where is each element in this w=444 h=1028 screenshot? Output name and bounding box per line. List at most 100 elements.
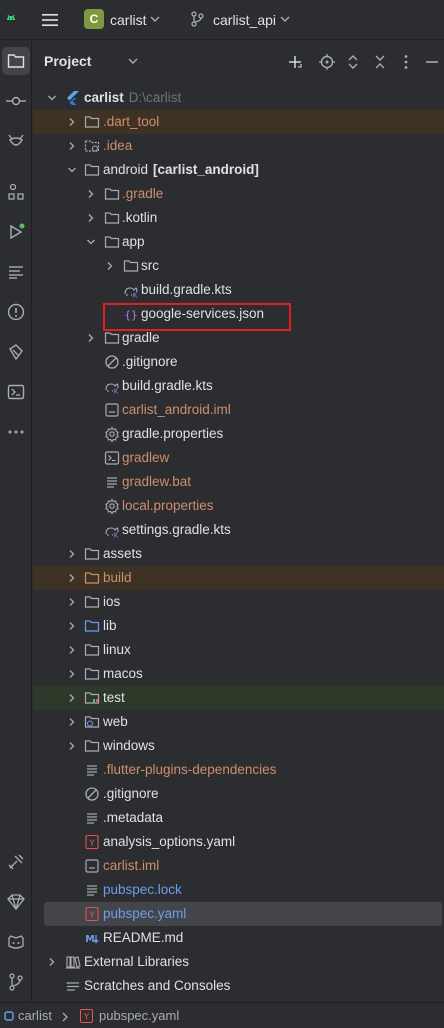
svg-text:K: K xyxy=(133,292,138,299)
tree-row[interactable]: gradle.properties xyxy=(33,422,444,446)
tree-row[interactable]: ios xyxy=(33,590,444,614)
tree-row[interactable]: Ypubspec.yaml xyxy=(44,902,442,926)
gradle-kotlin-icon: K xyxy=(124,287,138,299)
chevron-right-icon[interactable] xyxy=(67,597,77,607)
tree-row[interactable]: src xyxy=(33,254,444,278)
options-menu-icon[interactable] xyxy=(397,53,415,71)
chevron-down-icon[interactable] xyxy=(67,165,77,175)
tree-row[interactable]: .flutter-plugins-dependencies xyxy=(33,758,444,782)
tree-row[interactable]: Ksettings.gradle.kts xyxy=(33,518,444,542)
tree-row[interactable]: Scratches and Consoles xyxy=(33,974,444,998)
svg-text:M: M xyxy=(85,934,94,945)
tree-row[interactable]: local.properties xyxy=(33,494,444,518)
tree-row[interactable]: windows xyxy=(33,734,444,758)
logcat-tool-icon[interactable] xyxy=(2,258,30,286)
tree-row[interactable]: pubspec.lock xyxy=(33,878,444,902)
chevron-right-icon[interactable] xyxy=(67,621,77,631)
tree-row[interactable]: .dart_tool xyxy=(33,110,444,134)
breadcrumb-file[interactable]: pubspec.yaml xyxy=(99,1008,179,1023)
tree-row[interactable]: .gradle xyxy=(33,182,444,206)
tree-row[interactable]: gradlew.bat xyxy=(33,470,444,494)
tree-row[interactable]: .gitignore xyxy=(33,350,444,374)
build-variants-tool-icon[interactable] xyxy=(2,848,30,876)
tree-item-label: local.properties xyxy=(122,498,214,513)
copilot-tool-icon[interactable] xyxy=(2,928,30,956)
panel-title[interactable]: Project xyxy=(44,53,91,69)
tree-row[interactable]: build xyxy=(33,566,444,590)
tree-row[interactable]: External Libraries xyxy=(33,950,444,974)
chevron-down-icon[interactable] xyxy=(47,93,57,103)
svg-text:Y: Y xyxy=(88,911,95,921)
gitignore-icon xyxy=(105,355,119,369)
chevron-right-icon[interactable] xyxy=(67,693,77,703)
chevron-right-icon[interactable] xyxy=(67,717,77,727)
chevron-down-icon[interactable] xyxy=(150,15,160,23)
chevron-right-icon[interactable] xyxy=(67,117,77,127)
tree-row[interactable]: assets xyxy=(33,542,444,566)
tree-row[interactable]: app xyxy=(33,230,444,254)
tree-row[interactable]: Yanalysis_options.yaml xyxy=(33,830,444,854)
expand-all-icon[interactable] xyxy=(344,53,362,71)
project-tool-icon[interactable] xyxy=(2,47,30,75)
locate-file-icon[interactable] xyxy=(318,53,336,71)
tree-row[interactable]: carlist_android.iml xyxy=(33,398,444,422)
problems-tool-icon[interactable] xyxy=(2,298,30,326)
more-tools-icon[interactable] xyxy=(2,418,30,446)
tree-item-label: build.gradle.kts xyxy=(141,282,232,297)
tree-row[interactable]: .kotlin xyxy=(33,206,444,230)
chevron-right-icon[interactable] xyxy=(47,957,57,967)
module-file-icon xyxy=(85,859,99,873)
main-menu-icon[interactable] xyxy=(40,10,60,30)
tree-row[interactable]: .idea xyxy=(33,134,444,158)
gradle-kotlin-icon: K xyxy=(105,383,119,394)
chevron-right-icon[interactable] xyxy=(67,741,77,751)
chevron-right-icon[interactable] xyxy=(105,261,115,271)
tree-row[interactable]: .metadata xyxy=(33,806,444,830)
chevron-right-icon[interactable] xyxy=(67,549,77,559)
project-selector[interactable]: carlist xyxy=(110,12,147,28)
breadcrumb-project[interactable]: carlist xyxy=(18,1008,52,1023)
tree-row[interactable]: macos xyxy=(33,662,444,686)
title-bar: C carlist carlist_api xyxy=(0,0,444,40)
svg-text:Y: Y xyxy=(88,839,95,849)
tree-row[interactable]: Kbuild.gradle.kts xyxy=(33,278,444,302)
tree-row[interactable]: lib xyxy=(33,614,444,638)
chevron-right-icon[interactable] xyxy=(86,213,96,223)
hide-panel-icon[interactable] xyxy=(423,53,441,71)
chevron-down-icon[interactable] xyxy=(86,237,96,247)
tree-row[interactable]: M README.md xyxy=(33,926,444,950)
pull-requests-tool-icon[interactable] xyxy=(2,127,30,155)
chevron-right-icon[interactable] xyxy=(67,573,77,583)
tree-item-label: pubspec.yaml xyxy=(103,906,187,921)
module-file-icon xyxy=(105,403,119,417)
chevron-right-icon[interactable] xyxy=(86,333,96,343)
tree-row[interactable]: .gitignore xyxy=(33,782,444,806)
tree-row[interactable]: carlist.iml xyxy=(33,854,444,878)
test-folder-icon xyxy=(84,692,100,704)
version-control-tool-icon[interactable] xyxy=(2,968,30,996)
chevron-right-icon[interactable] xyxy=(67,669,77,679)
project-badge[interactable]: C xyxy=(84,9,104,29)
chevron-right-icon[interactable] xyxy=(67,141,77,151)
chevron-down-icon[interactable] xyxy=(128,57,138,65)
gitignore-icon xyxy=(85,787,99,801)
new-file-icon[interactable] xyxy=(286,53,304,71)
tree-row[interactable]: gradlew xyxy=(33,446,444,470)
gemini-tool-icon[interactable] xyxy=(2,888,30,916)
tree-row[interactable]: android [carlist_android] xyxy=(33,158,444,182)
device-manager-tool-icon[interactable] xyxy=(2,338,30,366)
chevron-right-icon[interactable] xyxy=(67,645,77,655)
branch-selector[interactable]: carlist_api xyxy=(213,12,276,28)
tree-row[interactable]: carlist D:\carlist xyxy=(33,86,444,110)
terminal-tool-icon[interactable] xyxy=(2,378,30,406)
chevron-right-icon[interactable] xyxy=(86,189,96,199)
tree-row[interactable]: test xyxy=(33,686,444,710)
tree-row[interactable]: Kbuild.gradle.kts xyxy=(33,374,444,398)
chevron-down-icon[interactable] xyxy=(280,15,290,23)
collapse-all-icon[interactable] xyxy=(371,53,389,71)
commit-tool-icon[interactable] xyxy=(2,87,30,115)
tree-row[interactable]: web xyxy=(33,710,444,734)
tree-row[interactable]: linux xyxy=(33,638,444,662)
structure-tool-icon[interactable] xyxy=(2,178,30,206)
run-tool-icon[interactable] xyxy=(2,218,30,246)
